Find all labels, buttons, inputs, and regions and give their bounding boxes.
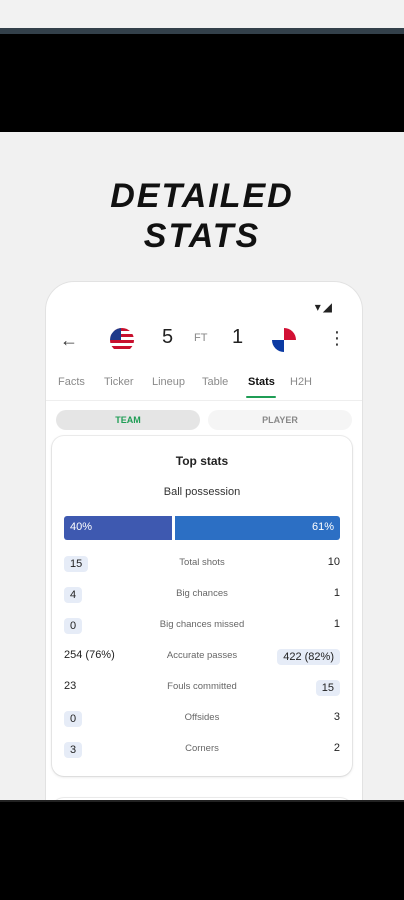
tab-h2h[interactable]: H2H: [290, 376, 312, 388]
headline-line1: DETAILED: [110, 177, 294, 215]
stat-label: Corners: [185, 743, 219, 754]
stat-label: Big chances: [176, 588, 228, 599]
signal-icon: ◢: [322, 300, 332, 314]
card-title: Top stats: [175, 454, 229, 468]
tab-ticker[interactable]: Ticker: [104, 376, 134, 388]
back-arrow-icon[interactable]: ←: [60, 330, 78, 351]
more-options-icon[interactable]: ⋮: [328, 328, 346, 349]
phone-mockup: ▾ ◢ ← 5 FT 1 ⋮ Facts Ticker Lineup Table…: [46, 282, 362, 800]
tab-table[interactable]: Table: [202, 376, 228, 388]
possession-away-value: 61%: [311, 521, 334, 533]
possession-away-bar: 61%: [175, 516, 340, 540]
stat-row: 0 Big chances missed 1: [64, 616, 340, 636]
stat-row: 23 Fouls committed 15: [64, 678, 340, 698]
usa-flag-icon: [110, 328, 134, 352]
home-score: 5: [162, 326, 174, 348]
stat-row: 15 Total shots 10: [64, 554, 340, 574]
tab-facts[interactable]: Facts: [58, 376, 85, 388]
headline-line2: STATS: [143, 217, 261, 255]
stat-label: Total shots: [179, 557, 225, 568]
stat-label: Offsides: [184, 712, 220, 723]
panama-flag-icon: [272, 328, 296, 352]
stat-right-value: 10: [327, 556, 340, 568]
team-player-toggle: TEAM PLAYER: [56, 410, 352, 430]
stat-right-value: 15: [315, 680, 340, 696]
stat-row: 4 Big chances 1: [64, 585, 340, 605]
match-status: FT: [194, 332, 208, 344]
stat-row: 3 Corners 2: [64, 740, 340, 760]
poster-panel: DETAILED STATS ▾ ◢ ← 5 FT 1 ⋮ Facts Tick…: [0, 132, 404, 800]
window-top-bar: [0, 28, 404, 34]
tab-active-underline: [246, 396, 276, 398]
possession-home-bar: 40%: [64, 516, 172, 540]
stat-right-value: 3: [333, 711, 340, 723]
tab-lineup[interactable]: Lineup: [152, 376, 185, 388]
tabs-bar: Facts Ticker Lineup Table Stats H2H: [46, 372, 362, 401]
stat-row: 0 Offsides 3: [64, 709, 340, 729]
player-toggle-button[interactable]: PLAYER: [208, 410, 352, 430]
wifi-icon: ▾: [314, 300, 321, 314]
stat-right-value: 1: [333, 587, 340, 599]
stat-right-value: 422 (82%): [277, 649, 340, 665]
stat-label: Fouls committed: [167, 681, 237, 692]
stat-row: 254 (76%) Accurate passes 422 (82%): [64, 647, 340, 667]
tab-stats[interactable]: Stats: [248, 376, 275, 388]
status-bar: ▾ ◢: [313, 300, 332, 314]
team-toggle-button[interactable]: TEAM: [56, 410, 200, 430]
top-stats-card: Top stats Ball possession 40% 61% 15 Tot…: [52, 436, 352, 776]
possession-label: Ball possession: [163, 486, 241, 498]
bottom-divider: [0, 800, 404, 802]
stat-label: Big chances missed: [159, 619, 245, 630]
headline: DETAILED STATS: [0, 176, 404, 256]
stat-right-value: 2: [333, 742, 340, 754]
top-strip: [0, 0, 404, 28]
stat-right-value: 1: [333, 618, 340, 630]
possession-bar: 40% 61%: [64, 516, 340, 540]
away-score: 1: [232, 326, 244, 348]
match-header: ← 5 FT 1 ⋮: [46, 322, 362, 358]
possession-home-value: 40%: [70, 521, 93, 533]
